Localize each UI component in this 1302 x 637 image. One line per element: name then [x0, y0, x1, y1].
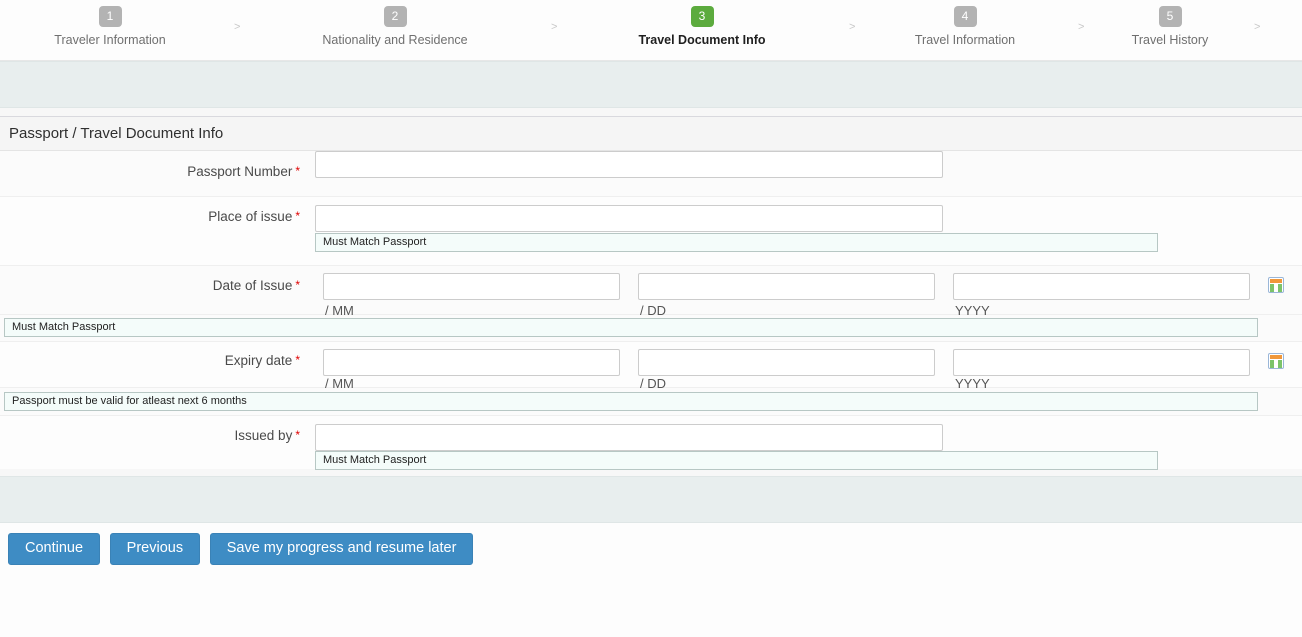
save-progress-button[interactable]: Save my progress and resume later	[209, 533, 474, 565]
step-badge-5: 5	[1158, 6, 1182, 27]
calendar-icon[interactable]	[1268, 353, 1284, 369]
required-marker: *	[295, 164, 300, 178]
row-expiry-date-hint: Passport must be valid for atleast next …	[0, 388, 1302, 416]
step-badge-1: 1	[98, 6, 122, 27]
top-band	[0, 61, 1302, 108]
calendar-icon-header	[1270, 279, 1282, 283]
label-date-of-issue-text: Date of Issue	[212, 278, 293, 293]
row-expiry-date: Expiry date * / MM / DD YYYY	[0, 342, 1302, 391]
calendar-icon-grid	[1270, 284, 1282, 292]
required-marker: *	[295, 353, 300, 367]
step-badge-3: 3	[690, 6, 714, 27]
wizard-step-2[interactable]: 2 Nationality and Residence	[285, 0, 505, 47]
hint-date-of-issue: Must Match Passport	[4, 318, 1258, 337]
required-marker: *	[295, 428, 300, 442]
expiry-date-month-input[interactable]	[323, 349, 620, 376]
step-badge-4: 4	[953, 6, 977, 27]
label-issued-by: Issued by *	[0, 428, 300, 443]
date-of-issue-month-input[interactable]	[323, 273, 620, 300]
step-label-2: Nationality and Residence	[322, 33, 468, 47]
band-gap-top	[0, 108, 1302, 116]
label-place-of-issue-text: Place of issue	[208, 209, 293, 224]
calendar-icon[interactable]	[1268, 277, 1284, 293]
label-passport-number: Passport Number *	[0, 164, 300, 179]
label-issued-by-text: Issued by	[234, 428, 293, 443]
wizard-step-1[interactable]: 1 Traveler Information	[0, 0, 220, 47]
form-panel: Passport / Travel Document Info Passport…	[0, 116, 1302, 470]
step-label-5: Travel History	[1131, 33, 1209, 47]
label-expiry-date-text: Expiry date	[224, 353, 293, 368]
row-date-of-issue: Date of Issue * / MM / DD YYYY	[0, 266, 1302, 318]
row-place-of-issue: Place of issue * Must Match Passport	[0, 197, 1302, 266]
wizard-step-5[interactable]: 5 Travel History	[1060, 0, 1280, 47]
step-separator-5: >	[1254, 21, 1261, 33]
continue-button[interactable]: Continue	[8, 533, 101, 565]
hint-expiry-date: Passport must be valid for atleast next …	[4, 392, 1258, 411]
button-bar: Continue Previous Save my progress and r…	[0, 523, 1302, 565]
step-badge-2: 2	[383, 6, 407, 27]
row-issued-by: Issued by * Must Match Passport	[0, 416, 1302, 470]
expiry-date-year-input[interactable]	[953, 349, 1250, 376]
label-date-of-issue: Date of Issue *	[0, 278, 300, 293]
hint-place-of-issue: Must Match Passport	[315, 233, 1158, 252]
required-marker: *	[295, 278, 300, 292]
bottom-band	[0, 476, 1302, 523]
expiry-date-day-input[interactable]	[638, 349, 935, 376]
panel-title: Passport / Travel Document Info	[0, 117, 1302, 151]
step-separator-1: >	[234, 21, 241, 33]
step-separator-2: >	[551, 21, 558, 33]
place-of-issue-input[interactable]	[315, 205, 943, 232]
hint-issued-by: Must Match Passport	[315, 451, 1158, 470]
label-passport-number-text: Passport Number	[187, 164, 293, 179]
band-gap-bottom	[0, 469, 1302, 476]
wizard-steps: 1 Traveler Information > 2 Nationality a…	[0, 0, 1302, 61]
step-label-4: Travel Information	[914, 33, 1016, 47]
row-date-of-issue-hint: Must Match Passport	[0, 315, 1302, 342]
issued-by-input[interactable]	[315, 424, 943, 451]
step-label-3: Travel Document Info	[638, 33, 766, 47]
calendar-icon-grid	[1270, 360, 1282, 368]
passport-number-input[interactable]	[315, 151, 943, 178]
date-of-issue-day-input[interactable]	[638, 273, 935, 300]
step-label-1: Traveler Information	[54, 33, 166, 47]
required-marker: *	[295, 209, 300, 223]
calendar-icon-header	[1270, 355, 1282, 359]
row-passport-number: Passport Number *	[0, 151, 1302, 197]
label-expiry-date: Expiry date *	[0, 353, 300, 368]
wizard-step-4[interactable]: 4 Travel Information	[855, 0, 1075, 47]
date-of-issue-year-input[interactable]	[953, 273, 1250, 300]
previous-button[interactable]: Previous	[109, 533, 201, 565]
wizard-step-3[interactable]: 3 Travel Document Info	[592, 0, 812, 47]
label-place-of-issue: Place of issue *	[0, 209, 300, 224]
